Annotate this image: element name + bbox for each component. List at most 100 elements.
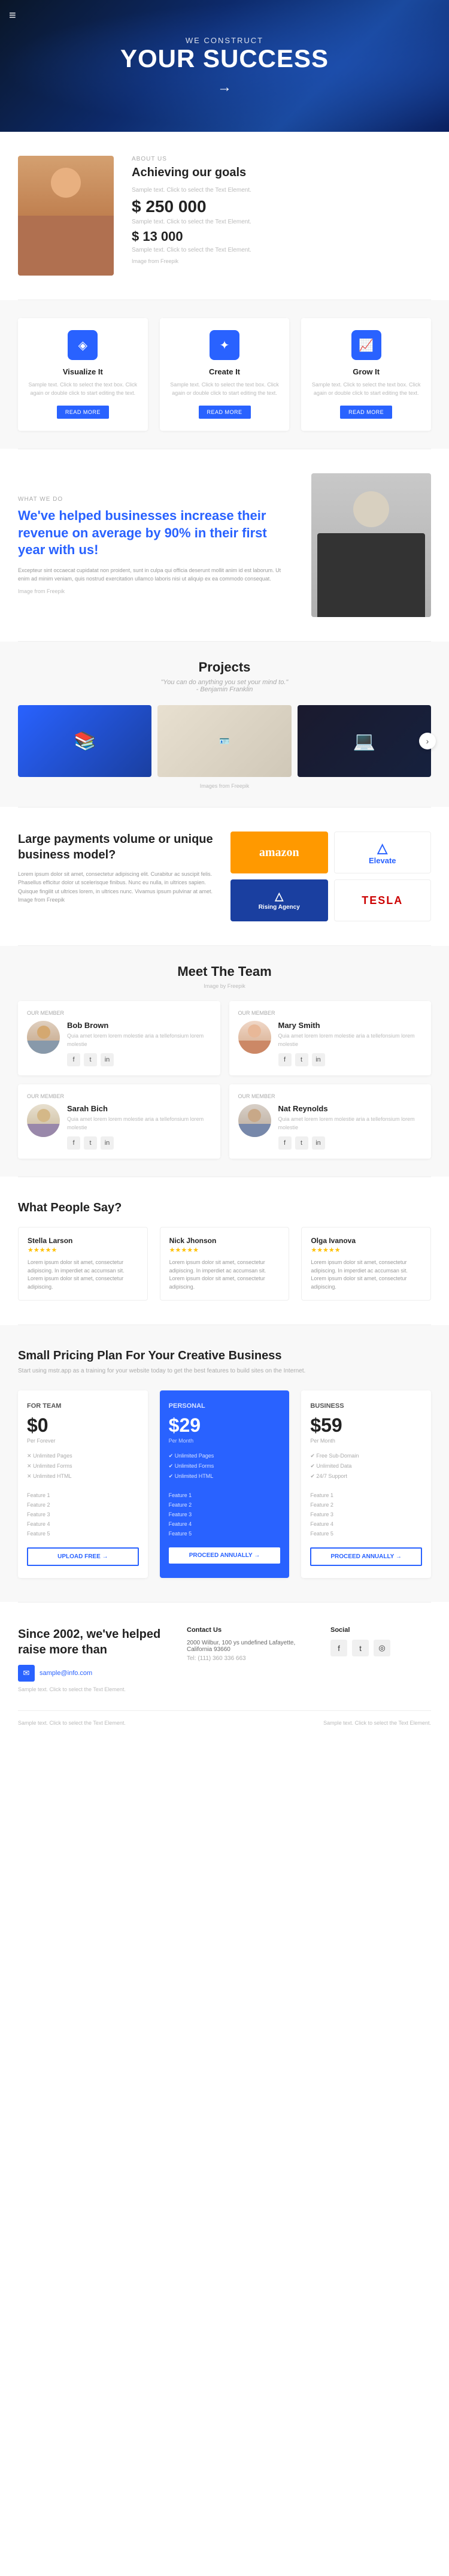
team-desc-3: Quia amet lorem lorem molestie aria a te… [278, 1115, 423, 1132]
team-grid: OUR MEMBER Bob Brown Quia amet lorem lor… [18, 1001, 431, 1159]
feature-btn-0[interactable]: Read more [57, 406, 109, 419]
pricing-amount-2: $59 [310, 1414, 422, 1437]
avatar-mary [238, 1021, 271, 1054]
pricing-note-2-2: ✔ 24/7 Support [310, 1471, 422, 1481]
pricing-features-list-2: Feature 1 Feature 2 Feature 3 Feature 4 … [310, 1490, 422, 1538]
team-desc-2: Quia amet lorem lorem molestie aria a te… [67, 1115, 211, 1132]
pf-1-2: Feature 3 [169, 1510, 281, 1519]
whatwedo-label: what we do [18, 496, 293, 503]
social-in-1[interactable]: in [312, 1053, 325, 1066]
pricing-title: Small Pricing Plan For Your Creative Bus… [18, 1349, 431, 1363]
pricing-btn-1[interactable]: Proceed Annually → [169, 1547, 281, 1564]
footer-left: Since 2002, we've helped raise more than… [18, 1626, 169, 1692]
social-fb-1[interactable]: f [278, 1053, 292, 1066]
pf-0-3: Feature 4 [27, 1519, 139, 1529]
pf-2-2: Feature 3 [310, 1510, 422, 1519]
testimonial-stars-0: ★★★★★ [28, 1246, 138, 1254]
partners-body: Lorem ipsum dolor sit amet, consectetur … [18, 870, 219, 905]
pf-2-3: Feature 4 [310, 1519, 422, 1529]
whatwedo-image [311, 473, 431, 617]
footer-contact: Contact Us 2000 Wilbur, 100 ys undefined… [187, 1626, 313, 1692]
social-twitter-icon[interactable]: t [352, 1640, 369, 1656]
team-desc-0: Quia amet lorem lorem molestie aria a te… [67, 1032, 211, 1048]
pf-0-0: Feature 1 [27, 1490, 139, 1500]
social-fb-0[interactable]: f [67, 1053, 80, 1066]
pricing-per-0: Per Forever [27, 1438, 139, 1444]
hamburger-menu[interactable]: ≡ [9, 9, 16, 23]
team-card-inner-3: Nat Reynolds Quia amet lorem lorem moles… [238, 1104, 423, 1150]
pricing-card-0: For Team $0 Per Forever ✕ Unlimited Page… [18, 1390, 148, 1578]
feature-btn-1[interactable]: Read more [199, 406, 251, 419]
logo-tesla: TESLA [334, 879, 432, 921]
team-name-0: Bob Brown [67, 1021, 211, 1030]
pricing-btn-2[interactable]: Proceed Annually → [310, 1547, 422, 1566]
pf-0-2: Feature 3 [27, 1510, 139, 1519]
feature-btn-2[interactable]: Read more [340, 406, 392, 419]
team-social-0: f t in [67, 1053, 211, 1066]
social-fb-3[interactable]: f [278, 1136, 292, 1150]
pricing-plan-0: For Team [27, 1402, 139, 1410]
avatar-bob [27, 1021, 60, 1054]
footer-email-row: ✉ sample@info.com [18, 1665, 169, 1682]
social-tw-0[interactable]: t [84, 1053, 97, 1066]
whatwedo-title: We've helped businesses increase their r… [18, 507, 293, 559]
footer-section: Since 2002, we've helped raise more than… [0, 1603, 449, 1738]
social-tw-2[interactable]: t [84, 1136, 97, 1150]
social-in-3[interactable]: in [312, 1136, 325, 1150]
pricing-plan-1: Personal [169, 1402, 281, 1410]
project-item-3: 💻 [298, 705, 431, 777]
social-facebook-icon[interactable]: f [330, 1640, 347, 1656]
carousel-next-arrow[interactable]: › [419, 733, 436, 749]
social-in-0[interactable]: in [101, 1053, 114, 1066]
partners-section: Large payments volume or unique business… [0, 808, 449, 945]
team-social-3: f t in [278, 1136, 423, 1150]
project-item-2: 🪪 [157, 705, 291, 777]
pricing-btn-0[interactable]: Upload Free → [27, 1547, 139, 1566]
about-content: about us Achieving our goals Sample text… [132, 156, 431, 264]
pricing-note-2-1: ✔ Unlimited Data [310, 1461, 422, 1471]
whatwedo-img-credit: Image from Freepik [18, 588, 293, 594]
social-tw-1[interactable]: t [295, 1053, 308, 1066]
footer-phone-label: Tel: [187, 1655, 196, 1662]
social-instagram-icon[interactable]: ◎ [374, 1640, 390, 1656]
team-card-inner-0: Bob Brown Quia amet lorem lorem molestie… [27, 1021, 211, 1066]
feature-text-0: Sample text. Click to select the text bo… [27, 381, 139, 397]
avatar-nat [238, 1104, 271, 1137]
team-info-3: Nat Reynolds Quia amet lorem lorem moles… [278, 1104, 423, 1150]
hero-title: YOUR SUCCESS [120, 45, 329, 72]
footer-bottom-right: Sample text. Click to select the Text El… [323, 1720, 431, 1726]
avatar-sarah [27, 1104, 60, 1137]
testimonial-stars-1: ★★★★★ [169, 1246, 280, 1254]
social-in-2[interactable]: in [101, 1136, 114, 1150]
testimonial-text-0: Lorem ipsum dolor sit amet, consectetur … [28, 1259, 138, 1291]
pf-2-4: Feature 5 [310, 1529, 422, 1538]
feature-text-2: Sample text. Click to select the text bo… [310, 381, 422, 397]
feature-title-2: Grow It [310, 367, 422, 376]
social-fb-2[interactable]: f [67, 1136, 80, 1150]
team-info-2: Sarah Bich Quia amet lorem lorem molesti… [67, 1104, 211, 1150]
pricing-section: Small Pricing Plan For Your Creative Bus… [0, 1325, 449, 1602]
pricing-note-0-2: ✕ Unlimited HTML [27, 1471, 139, 1481]
team-info-0: Bob Brown Quia amet lorem lorem molestie… [67, 1021, 211, 1066]
pricing-features-2: ✔ Free Sub-Domain ✔ Unlimited Data ✔ 24/… [310, 1451, 422, 1481]
footer-top: Since 2002, we've helped raise more than… [18, 1626, 431, 1692]
projects-carousel: 📚 🪪 💻 › [18, 705, 431, 777]
hero-arrow[interactable]: → [217, 79, 232, 96]
pricing-note-0-1: ✕ Unlimited Forms [27, 1461, 139, 1471]
testimonial-name-0: Stella Larson [28, 1236, 138, 1245]
team-social-1: f t in [278, 1053, 423, 1066]
social-tw-3[interactable]: t [295, 1136, 308, 1150]
testimonial-name-1: Nick Jhonson [169, 1236, 280, 1245]
pricing-note-0-0: ✕ Unlimited Pages [27, 1451, 139, 1461]
projects-quote-text: "You can do anything you set your mind t… [161, 679, 289, 686]
elevate-icon: △ [377, 840, 387, 856]
footer-contact-label: Contact Us [187, 1626, 313, 1634]
team-card-0: OUR MEMBER Bob Brown Quia amet lorem lor… [18, 1001, 220, 1075]
projects-section: Projects "You can do anything you set yo… [0, 642, 449, 807]
about-label: about us [132, 156, 431, 162]
pricing-subtitle: Start using mstr.app as a training for y… [18, 1366, 431, 1375]
rising-text: Rising Agency [259, 904, 300, 911]
footer-email[interactable]: sample@info.com [40, 1670, 92, 1677]
testimonial-name-2: Olga Ivanova [311, 1236, 421, 1245]
partners-text: Large payments volume or unique business… [18, 832, 219, 905]
